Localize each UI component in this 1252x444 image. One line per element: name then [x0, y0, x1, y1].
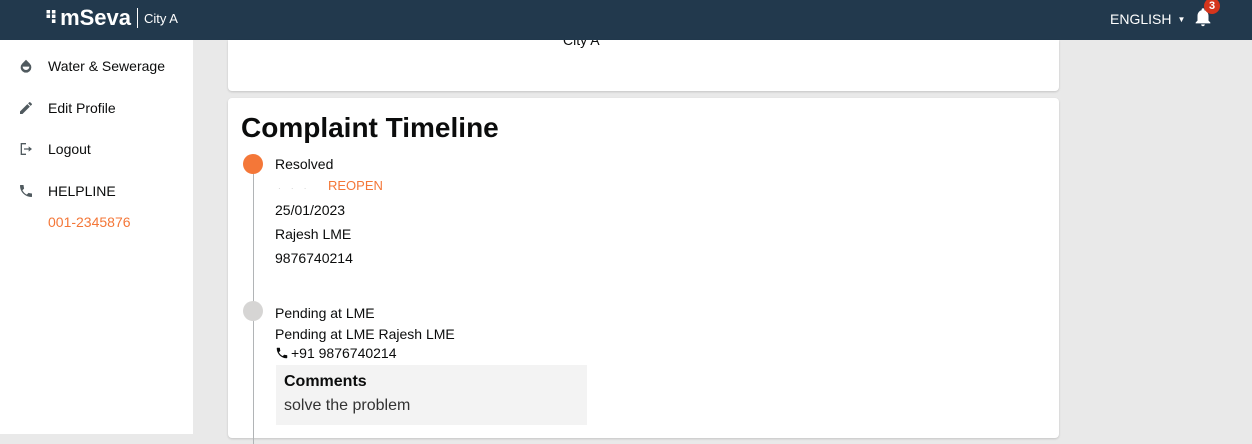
- sidebar: Water & Sewerage Edit Profile Logout HEL…: [0, 40, 193, 434]
- phone-number: +91 9876740214: [291, 345, 397, 361]
- app-logo[interactable]: ⠻ mSeva City A: [44, 5, 178, 30]
- city-text: City A: [563, 40, 600, 48]
- comments-text: solve the problem: [284, 397, 411, 414]
- timeline-dot-active: [243, 154, 263, 174]
- blurred-text: · · ·: [278, 184, 311, 193]
- top-bar: ⠻ mSeva City A ENGLISH ▼ 3: [0, 0, 1252, 40]
- details-card: City A: [228, 40, 1059, 91]
- sidebar-item-helpline[interactable]: HELPLINE: [18, 183, 116, 199]
- logo-text: mSeva: [60, 5, 132, 30]
- logo-mark-icon: ⠻: [44, 7, 58, 29]
- step-date: 25/01/2023: [275, 202, 346, 218]
- sidebar-item-edit-profile[interactable]: Edit Profile: [18, 100, 116, 116]
- caret-down-icon: ▼: [1177, 14, 1186, 24]
- sidebar-item-water-sewerage[interactable]: Water & Sewerage: [18, 58, 165, 74]
- step-phone-link[interactable]: +91 9876740214: [275, 345, 397, 361]
- logout-icon: [20, 143, 32, 155]
- comments-label: Comments: [284, 373, 367, 390]
- phone-icon: [20, 185, 32, 197]
- phone-icon: [276, 347, 288, 359]
- helpline-number[interactable]: 001-2345876: [48, 214, 131, 230]
- step-status: Resolved: [275, 156, 334, 172]
- notification-badge: 3: [1204, 0, 1220, 14]
- city-name: City A: [144, 10, 178, 26]
- step-detail: Pending at LME Rajesh LME: [275, 326, 455, 342]
- sidebar-item-label: Edit Profile: [48, 100, 116, 116]
- page-title: Complaint Timeline: [241, 112, 499, 143]
- logo-separator: [137, 8, 139, 28]
- sidebar-item-logout[interactable]: Logout: [18, 141, 91, 157]
- complaint-timeline-card: Complaint Timeline Resolved · · · REOPEN…: [228, 98, 1059, 444]
- step-phone: 9876740214: [275, 250, 353, 266]
- pencil-icon: [20, 101, 33, 114]
- sidebar-item-label: HELPLINE: [48, 183, 116, 199]
- language-selector[interactable]: ENGLISH ▼: [1110, 11, 1185, 27]
- timeline-dot-pending: [243, 301, 263, 321]
- step-name: Rajesh LME: [275, 226, 352, 242]
- sidebar-item-label: Logout: [48, 141, 91, 157]
- step-status: Pending at LME: [275, 305, 375, 321]
- sidebar-item-label: Water & Sewerage: [48, 58, 165, 74]
- water-drop-icon: [20, 59, 32, 73]
- comments-box: Comments solve the problem: [276, 365, 587, 425]
- reopen-link[interactable]: REOPEN: [328, 178, 383, 193]
- language-label: ENGLISH: [1110, 11, 1172, 27]
